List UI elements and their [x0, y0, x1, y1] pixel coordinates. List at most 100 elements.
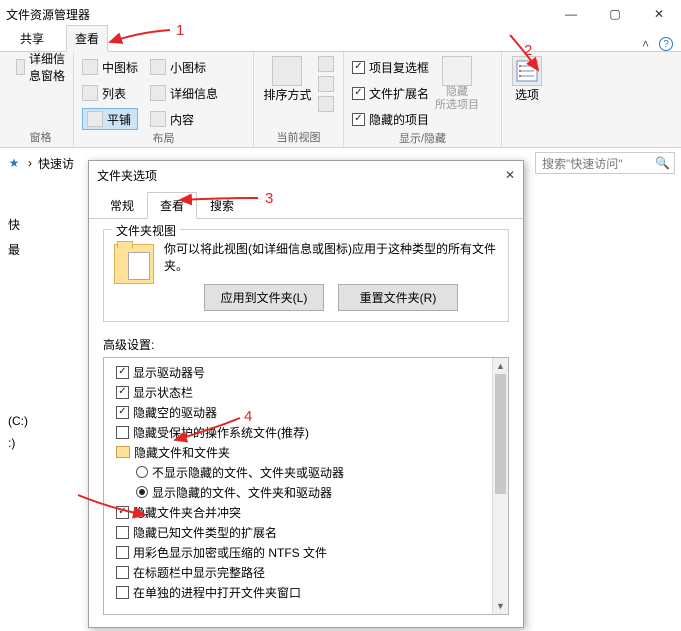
medium-icons-icon	[82, 59, 98, 75]
checkbox-icon	[352, 113, 365, 126]
scrollbar[interactable]: ▲ ▼	[492, 358, 508, 614]
options-button[interactable]: 选项	[512, 56, 542, 103]
group-show-hide: 项目复选框 文件扩展名 隐藏的项目 隐藏所选项目 显示/隐藏	[344, 52, 502, 147]
adv-item[interactable]: 隐藏已知文件类型的扩展名	[108, 522, 504, 542]
dialog-close-button[interactable]: ✕	[505, 168, 515, 182]
adv-item-label: 隐藏已知文件类型的扩展名	[133, 524, 277, 541]
check-hidden-items[interactable]: 隐藏的项目	[352, 108, 429, 130]
dialog-title: 文件夹选项	[97, 167, 157, 184]
ribbon-body: 详细信息窗格 窗格 中图标 列表 平铺 小图标 详细信息 内容 布局 排序方式	[0, 52, 681, 148]
checkbox-icon	[116, 546, 129, 559]
scroll-thumb[interactable]	[495, 374, 506, 494]
checkbox-icon	[116, 526, 129, 539]
group-title-current-view: 当前视图	[277, 129, 321, 145]
breadcrumb-quick-access[interactable]: 快速访	[38, 155, 74, 172]
folder-views-text: 你可以将此视图(如详细信息或图标)应用于这种类型的所有文件夹。	[164, 240, 498, 274]
layout-medium-icons[interactable]: 中图标	[82, 56, 138, 78]
content-icon	[150, 111, 166, 127]
close-button[interactable]: ✕	[637, 0, 681, 28]
dialog-tab-search[interactable]: 搜索	[197, 192, 247, 219]
reset-folders-button[interactable]: 重置文件夹(R)	[338, 284, 458, 311]
hide-selected-button[interactable]: 隐藏所选项目	[435, 56, 479, 130]
breadcrumb-star-icon[interactable]: ★	[6, 156, 22, 170]
adv-item-label: 隐藏空的驱动器	[133, 404, 217, 421]
group-layout: 中图标 列表 平铺 小图标 详细信息 内容 布局	[74, 52, 254, 147]
check-file-ext[interactable]: 文件扩展名	[352, 82, 429, 104]
checkbox-icon	[352, 87, 365, 100]
checkbox-icon	[116, 366, 129, 379]
group-panes: 详细信息窗格 窗格	[8, 52, 74, 147]
sidebar-item[interactable]: 最	[8, 241, 62, 258]
layout-small-icons[interactable]: 小图标	[150, 56, 218, 78]
dialog-tab-general[interactable]: 常规	[97, 192, 147, 219]
adv-item-label: 隐藏文件和文件夹	[134, 444, 230, 461]
size-columns-icon[interactable]	[318, 96, 334, 112]
details-pane-icon	[16, 59, 25, 75]
adv-item[interactable]: 在单独的进程中打开文件夹窗口	[108, 582, 504, 602]
checkbox-icon	[116, 406, 129, 419]
window-controls: — ▢ ✕	[549, 0, 681, 28]
details-pane-button[interactable]: 详细信息窗格	[16, 56, 65, 78]
scroll-down-icon[interactable]: ▼	[493, 598, 508, 614]
adv-item[interactable]: 用彩色显示加密或压缩的 NTFS 文件	[108, 542, 504, 562]
window-title: 文件资源管理器	[6, 6, 90, 23]
checkbox-icon	[116, 566, 129, 579]
layout-details[interactable]: 详细信息	[150, 82, 218, 104]
breadcrumb-sep-icon: ›	[28, 156, 32, 170]
sidebar-item[interactable]: (C:)	[8, 414, 62, 428]
hide-icon	[442, 56, 472, 86]
dialog-titlebar: 文件夹选项 ✕	[89, 161, 523, 189]
adv-item[interactable]: 显示驱动器号	[108, 362, 504, 382]
adv-item-label: 不显示隐藏的文件、文件夹或驱动器	[152, 464, 344, 481]
adv-item-label: 显示隐藏的文件、文件夹和驱动器	[152, 484, 332, 501]
group-title-layout: 布局	[82, 130, 245, 146]
folder-icon	[114, 244, 154, 284]
adv-item[interactable]: 不显示隐藏的文件、文件夹或驱动器	[108, 462, 504, 482]
help-icon[interactable]: ?	[659, 37, 673, 51]
sidebar-item[interactable]: :)	[8, 436, 62, 450]
maximize-button[interactable]: ▢	[593, 0, 637, 28]
group-title-panes: 窗格	[16, 129, 65, 145]
layout-tiles[interactable]: 平铺	[82, 108, 138, 130]
minimize-button[interactable]: —	[549, 0, 593, 28]
adv-item[interactable]: 显示隐藏的文件、文件夹和驱动器	[108, 482, 504, 502]
adv-item-label: 显示驱动器号	[133, 364, 205, 381]
adv-item[interactable]: 隐藏空的驱动器	[108, 402, 504, 422]
search-placeholder: 搜索"快速访问"	[542, 155, 623, 172]
details-icon	[150, 85, 166, 101]
list-icon	[82, 85, 98, 101]
small-icons-icon	[150, 59, 166, 75]
adv-item-label: 在单独的进程中打开文件夹窗口	[133, 584, 301, 601]
add-columns-icon[interactable]	[318, 76, 334, 92]
checkbox-icon	[116, 506, 129, 519]
checkbox-icon	[116, 386, 129, 399]
ribbon-tab-strip: 共享 查看 ˄ ?	[0, 28, 681, 52]
check-item-checkboxes[interactable]: 项目复选框	[352, 56, 429, 78]
advanced-settings-list[interactable]: 显示驱动器号显示状态栏隐藏空的驱动器隐藏受保护的操作系统文件(推荐) 隐藏文件和文…	[103, 357, 509, 615]
tab-view[interactable]: 查看	[66, 25, 108, 52]
folder-options-dialog: 文件夹选项 ✕ 常规 查看 搜索 文件夹视图 你可以将此视图(如详细信息或图标)…	[88, 160, 524, 628]
adv-item[interactable]: 显示状态栏	[108, 382, 504, 402]
dialog-tab-view[interactable]: 查看	[147, 192, 197, 219]
search-input[interactable]: 搜索"快速访问" 🔍	[535, 152, 675, 174]
layout-list[interactable]: 列表	[82, 82, 138, 104]
scroll-up-icon[interactable]: ▲	[493, 358, 508, 374]
ribbon-collapse-icon[interactable]: ˄	[642, 37, 649, 51]
adv-item[interactable]: 在标题栏中显示完整路径	[108, 562, 504, 582]
checkbox-icon	[352, 61, 365, 74]
sort-button[interactable]: 排序方式	[263, 56, 311, 103]
layout-content[interactable]: 内容	[150, 108, 218, 130]
adv-item[interactable]: 隐藏文件夹合并冲突	[108, 502, 504, 522]
adv-item[interactable]: 隐藏受保护的操作系统文件(推荐)	[108, 422, 504, 442]
ribbon-help-area: ˄ ?	[642, 37, 681, 51]
sidebar-item[interactable]: 快	[8, 216, 62, 233]
apply-to-folders-button[interactable]: 应用到文件夹(L)	[204, 284, 324, 311]
tab-share[interactable]: 共享	[12, 26, 52, 51]
adv-item-label: 隐藏文件夹合并冲突	[133, 504, 241, 521]
adv-item-label: 显示状态栏	[133, 384, 193, 401]
radio-icon	[136, 466, 148, 478]
group-by-icon[interactable]	[318, 56, 334, 72]
dialog-tabs: 常规 查看 搜索	[89, 189, 523, 219]
checkbox-icon	[116, 426, 129, 439]
adv-item[interactable]: 隐藏文件和文件夹	[108, 442, 504, 462]
